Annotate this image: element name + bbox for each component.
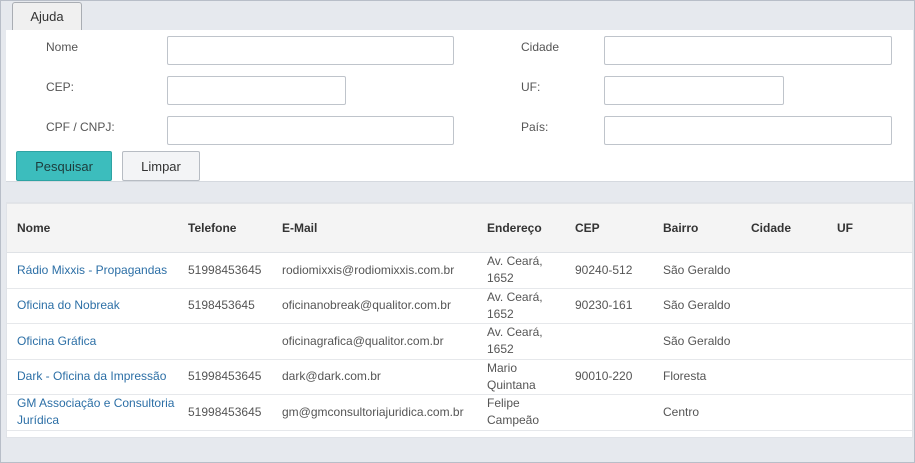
uf-label: UF:	[521, 80, 541, 94]
row-uf	[827, 394, 912, 431]
row-telefone: 5198453645	[178, 288, 272, 324]
help-button[interactable]: Ajuda	[12, 2, 82, 30]
row-cidade	[741, 323, 827, 360]
results-table: Nome Telefone E-Mail Endereço CEP Bairro…	[7, 203, 912, 431]
row-uf	[827, 288, 912, 324]
table-row[interactable]: GM Associação e Consultoria Jurídica 519…	[7, 394, 912, 431]
row-uf	[827, 359, 912, 395]
column-header-cep[interactable]: CEP	[565, 203, 653, 253]
row-uf	[827, 252, 912, 289]
cpf-cnpj-label: CPF / CNPJ:	[46, 120, 115, 134]
table-row[interactable]: Oficina Gráfica oficinagrafica@qualitor.…	[7, 323, 912, 360]
search-button[interactable]: Pesquisar	[16, 151, 112, 181]
row-name-link[interactable]: GM Associação e Consultoria Jurídica	[17, 396, 174, 427]
row-cep: 90230-161	[565, 288, 653, 324]
nome-input[interactable]	[167, 36, 454, 65]
cep-input[interactable]	[167, 76, 346, 105]
row-bairro: Centro	[653, 394, 741, 431]
row-name-link[interactable]: Rádio Mixxis - Propagandas	[17, 263, 167, 277]
row-endereco: Felipe Campeão	[477, 394, 565, 431]
row-email: oficinanobreak@qualitor.com.br	[272, 288, 477, 324]
row-telefone	[178, 323, 272, 360]
top-toolbar: Ajuda	[0, 0, 915, 30]
column-header-email[interactable]: E-Mail	[272, 203, 477, 253]
row-endereco: Av. Ceará, 1652	[477, 288, 565, 324]
cidade-input[interactable]	[604, 36, 892, 65]
row-name-link[interactable]: Oficina do Nobreak	[17, 298, 120, 312]
row-bairro: São Geraldo	[653, 288, 741, 324]
column-header-cidade[interactable]: Cidade	[741, 203, 827, 253]
row-cep: 90240-512	[565, 252, 653, 289]
column-header-uf[interactable]: UF	[827, 203, 912, 253]
row-cidade	[741, 359, 827, 395]
row-endereco: Av. Ceará, 1652	[477, 323, 565, 360]
clear-button[interactable]: Limpar	[122, 151, 200, 181]
pais-label: País:	[521, 120, 549, 134]
row-bairro: Floresta	[653, 359, 741, 395]
row-cep	[565, 394, 653, 431]
cep-label: CEP:	[46, 80, 75, 94]
cpf-cnpj-input[interactable]	[167, 116, 454, 145]
table-row[interactable]: Rádio Mixxis - Propagandas 51998453645 r…	[7, 252, 912, 289]
pais-input[interactable]	[604, 116, 892, 145]
row-telefone: 51998453645	[178, 252, 272, 289]
row-cep: 90010-220	[565, 359, 653, 395]
row-cep	[565, 323, 653, 360]
table-header-row: Nome Telefone E-Mail Endereço CEP Bairro…	[7, 203, 912, 253]
table-row[interactable]: Dark - Oficina da Impressão 51998453645 …	[7, 359, 912, 395]
column-header-bairro[interactable]: Bairro	[653, 203, 741, 253]
row-email: oficinagrafica@qualitor.com.br	[272, 323, 477, 360]
row-email: dark@dark.com.br	[272, 359, 477, 395]
row-uf	[827, 323, 912, 360]
row-name-link[interactable]: Oficina Gráfica	[17, 334, 96, 348]
row-bairro: São Geraldo	[653, 323, 741, 360]
row-email: rodiomixxis@rodiomixxis.com.br	[272, 252, 477, 289]
row-cidade	[741, 288, 827, 324]
uf-input[interactable]	[604, 76, 784, 105]
table-row[interactable]: Oficina do Nobreak 5198453645 oficinanob…	[7, 288, 912, 324]
row-telefone: 51998453645	[178, 359, 272, 395]
column-header-nome[interactable]: Nome	[7, 203, 178, 253]
search-filter-panel: Nome Cidade CEP: UF: CPF / CNPJ: País: P…	[6, 30, 913, 182]
cidade-label: Cidade	[521, 40, 560, 54]
results-table-container: Nome Telefone E-Mail Endereço CEP Bairro…	[6, 202, 913, 438]
row-email: gm@gmconsultoriajuridica.com.br	[272, 394, 477, 431]
row-cidade	[741, 394, 827, 431]
row-name-link[interactable]: Dark - Oficina da Impressão	[17, 369, 166, 383]
row-endereco: Mario Quintana	[477, 359, 565, 395]
row-cidade	[741, 252, 827, 289]
column-header-endereco[interactable]: Endereço	[477, 203, 565, 253]
row-endereco: Av. Ceará, 1652	[477, 252, 565, 289]
nome-label: Nome	[46, 40, 79, 54]
row-telefone: 51998453645	[178, 394, 272, 431]
row-bairro: São Geraldo	[653, 252, 741, 289]
column-header-telefone[interactable]: Telefone	[178, 203, 272, 253]
